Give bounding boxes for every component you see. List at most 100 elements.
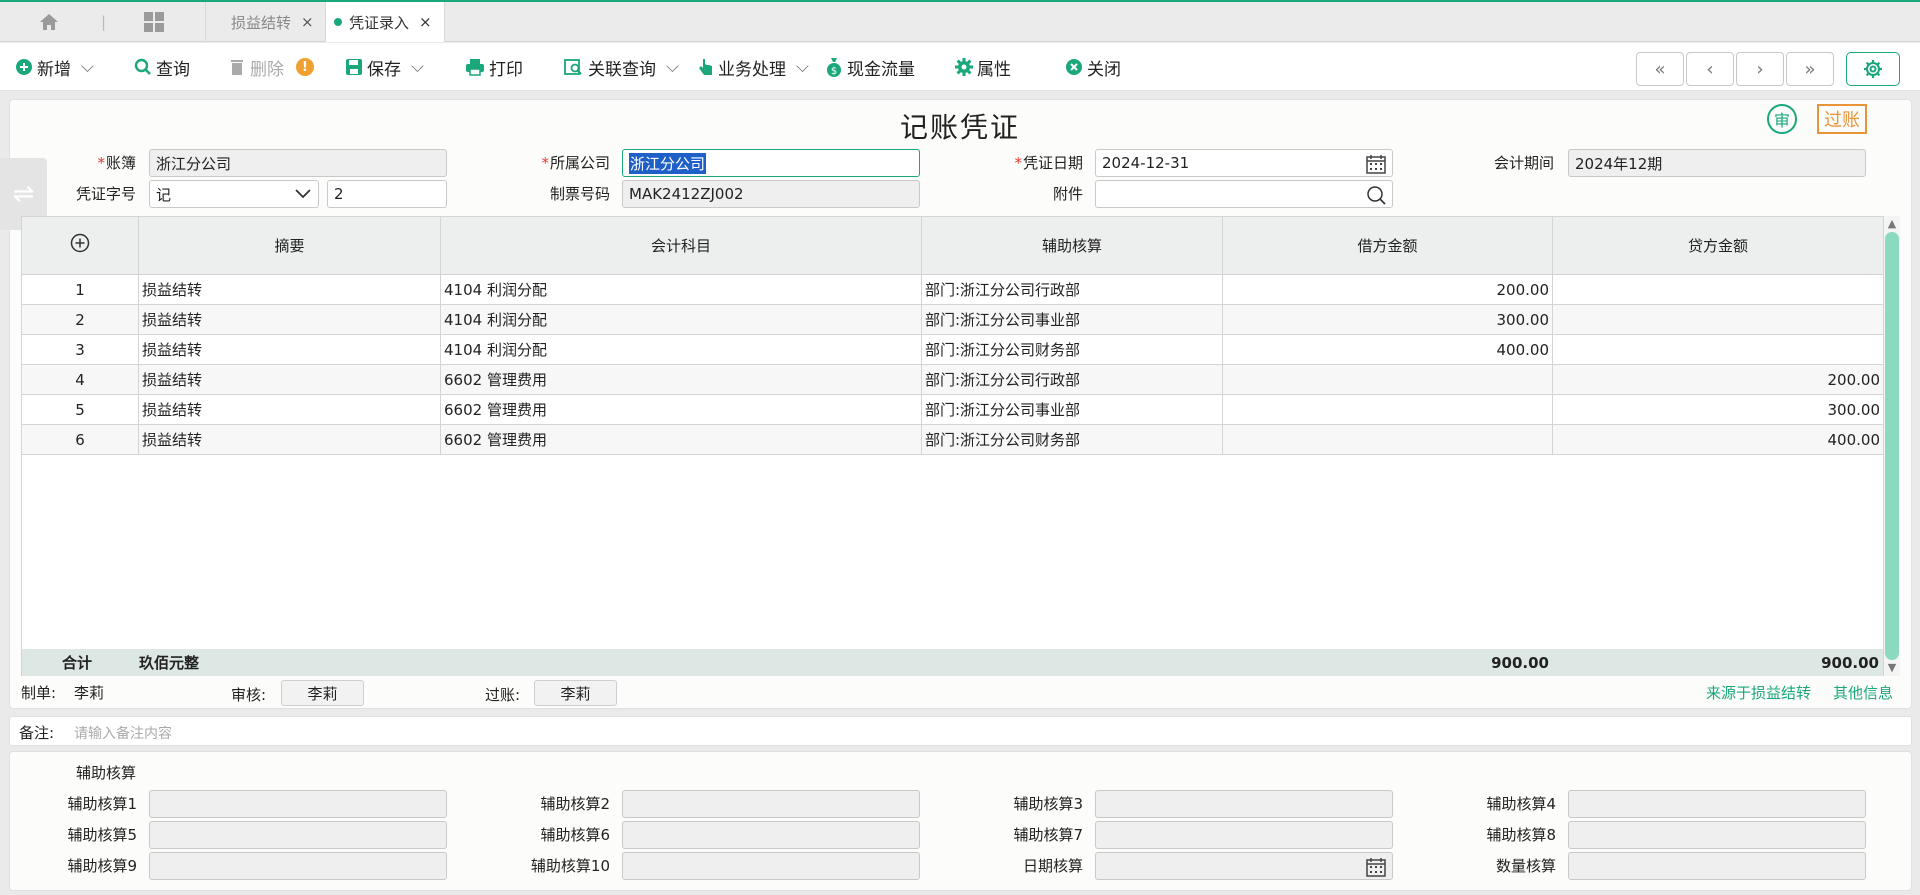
aux-field-input[interactable]: [622, 790, 920, 818]
column-header-credit[interactable]: 贷方金额: [1553, 217, 1883, 275]
cell-account[interactable]: 4104 利润分配: [441, 305, 922, 335]
aux-field-input[interactable]: [1568, 852, 1866, 880]
attachment-field[interactable]: [1095, 180, 1393, 208]
date-field[interactable]: 2024-12-31: [1095, 149, 1393, 177]
cell-credit[interactable]: 200.00: [1553, 365, 1883, 395]
cell-account[interactable]: 6602 管理费用: [441, 365, 922, 395]
search-icon[interactable]: [1366, 185, 1386, 205]
scroll-up-arrow-icon[interactable]: ▲: [1884, 216, 1900, 232]
column-header-debit[interactable]: 借方金额: [1223, 217, 1553, 275]
cell-debit[interactable]: [1223, 425, 1553, 455]
remark-input[interactable]: 请输入备注内容: [74, 723, 172, 743]
cell-row-number[interactable]: 1: [22, 275, 139, 305]
aux-field-input[interactable]: [622, 852, 920, 880]
cell-summary[interactable]: 损益结转: [139, 275, 441, 305]
printer-icon: [466, 59, 484, 76]
other-info-link[interactable]: 其他信息: [1833, 682, 1893, 703]
cell-account[interactable]: 6602 管理费用: [441, 395, 922, 425]
aux-field-input[interactable]: [1095, 821, 1393, 849]
cell-aux[interactable]: 部门:浙江分公司行政部: [922, 275, 1223, 305]
query-button[interactable]: 查询: [134, 55, 190, 80]
aux-field-input[interactable]: [149, 852, 447, 880]
delete-button[interactable]: 删除 !: [228, 55, 314, 80]
related-query-button[interactable]: 关联查询 ⌵: [564, 55, 679, 80]
chevron-down-icon[interactable]: ⌵: [411, 57, 424, 77]
book-field[interactable]: 浙江分公司: [149, 149, 447, 177]
cell-credit[interactable]: [1553, 275, 1883, 305]
home-tab[interactable]: [38, 2, 60, 42]
cell-aux[interactable]: 部门:浙江分公司行政部: [922, 365, 1223, 395]
bill-number-label: 制票号码: [549, 185, 610, 203]
cell-debit[interactable]: [1223, 395, 1553, 425]
period-field[interactable]: 2024年12期: [1568, 149, 1866, 177]
cell-aux[interactable]: 部门:浙江分公司财务部: [922, 335, 1223, 365]
cell-debit[interactable]: 200.00: [1223, 275, 1553, 305]
cell-credit[interactable]: 400.00: [1553, 425, 1883, 455]
cell-summary[interactable]: 损益结转: [139, 395, 441, 425]
cell-row-number[interactable]: 2: [22, 305, 139, 335]
aux-field-input[interactable]: [1095, 790, 1393, 818]
column-header-summary[interactable]: 摘要: [139, 217, 441, 275]
chevron-down-icon[interactable]: ⌵: [666, 57, 679, 77]
calendar-icon[interactable]: [1366, 857, 1386, 877]
tab-loss-profit-transfer[interactable]: 损益结转 ×: [205, 2, 314, 42]
add-button[interactable]: 新增 ⌵: [15, 55, 94, 80]
cell-summary[interactable]: 损益结转: [139, 305, 441, 335]
aux-field-input[interactable]: [149, 821, 447, 849]
cell-credit[interactable]: [1553, 335, 1883, 365]
first-record-button[interactable]: «: [1636, 52, 1684, 86]
scrollbar-thumb[interactable]: [1885, 232, 1899, 660]
last-record-button[interactable]: »: [1786, 52, 1834, 86]
close-icon[interactable]: ×: [419, 13, 432, 31]
cell-row-number[interactable]: 6: [22, 425, 139, 455]
cell-aux[interactable]: 部门:浙江分公司财务部: [922, 425, 1223, 455]
scroll-down-arrow-icon[interactable]: ▼: [1884, 660, 1900, 676]
cell-debit[interactable]: 300.00: [1223, 305, 1553, 335]
cell-aux[interactable]: 部门:浙江分公司事业部: [922, 395, 1223, 425]
cell-row-number[interactable]: 5: [22, 395, 139, 425]
aux-field-input[interactable]: [1095, 852, 1393, 880]
next-record-button[interactable]: ›: [1736, 52, 1784, 86]
settings-button[interactable]: [1846, 52, 1900, 86]
save-button[interactable]: 保存 ⌵: [345, 55, 424, 80]
cell-debit[interactable]: 400.00: [1223, 335, 1553, 365]
cell-row-number[interactable]: 3: [22, 335, 139, 365]
column-header-aux[interactable]: 辅助核算: [922, 217, 1223, 275]
close-icon[interactable]: ×: [301, 13, 314, 31]
cell-summary[interactable]: 损益结转: [139, 365, 441, 395]
cell-summary[interactable]: 损益结转: [139, 425, 441, 455]
close-button[interactable]: 关闭: [1065, 55, 1121, 80]
cell-account[interactable]: 4104 利润分配: [441, 335, 922, 365]
aux-field-label: 辅助核算7: [1013, 826, 1083, 844]
apps-tab[interactable]: [143, 2, 165, 42]
company-field[interactable]: 浙江分公司: [622, 149, 920, 177]
search-icon: [134, 58, 151, 75]
cell-summary[interactable]: 损益结转: [139, 335, 441, 365]
cell-debit[interactable]: [1223, 365, 1553, 395]
cell-account[interactable]: 4104 利润分配: [441, 275, 922, 305]
properties-button[interactable]: 属性: [955, 55, 1011, 80]
business-process-button[interactable]: 业务处理 ⌵: [698, 55, 809, 80]
cell-account[interactable]: 6602 管理费用: [441, 425, 922, 455]
cash-flow-button[interactable]: $ 现金流量: [825, 55, 915, 80]
column-header-account[interactable]: 会计科目: [441, 217, 922, 275]
prev-record-button[interactable]: ‹: [1686, 52, 1734, 86]
calendar-icon[interactable]: [1366, 154, 1386, 174]
cell-row-number[interactable]: 4: [22, 365, 139, 395]
tab-voucher-entry[interactable]: 凭证录入 ×: [325, 2, 445, 42]
add-row-button[interactable]: [22, 217, 139, 275]
aux-field-input[interactable]: [1568, 821, 1866, 849]
bill-number-field[interactable]: MAK2412ZJ002: [622, 180, 920, 208]
cell-credit[interactable]: [1553, 305, 1883, 335]
chevron-down-icon[interactable]: ⌵: [81, 57, 94, 77]
cell-credit[interactable]: 300.00: [1553, 395, 1883, 425]
chevron-down-icon[interactable]: ⌵: [796, 57, 809, 77]
voucher-number-field[interactable]: 2: [327, 180, 447, 208]
print-button[interactable]: 打印: [465, 55, 523, 80]
source-link[interactable]: 来源于损益结转: [1706, 682, 1811, 703]
voucher-word-select[interactable]: 记: [149, 180, 319, 208]
cell-aux[interactable]: 部门:浙江分公司事业部: [922, 305, 1223, 335]
aux-field-input[interactable]: [622, 821, 920, 849]
aux-field-input[interactable]: [149, 790, 447, 818]
aux-field-input[interactable]: [1568, 790, 1866, 818]
